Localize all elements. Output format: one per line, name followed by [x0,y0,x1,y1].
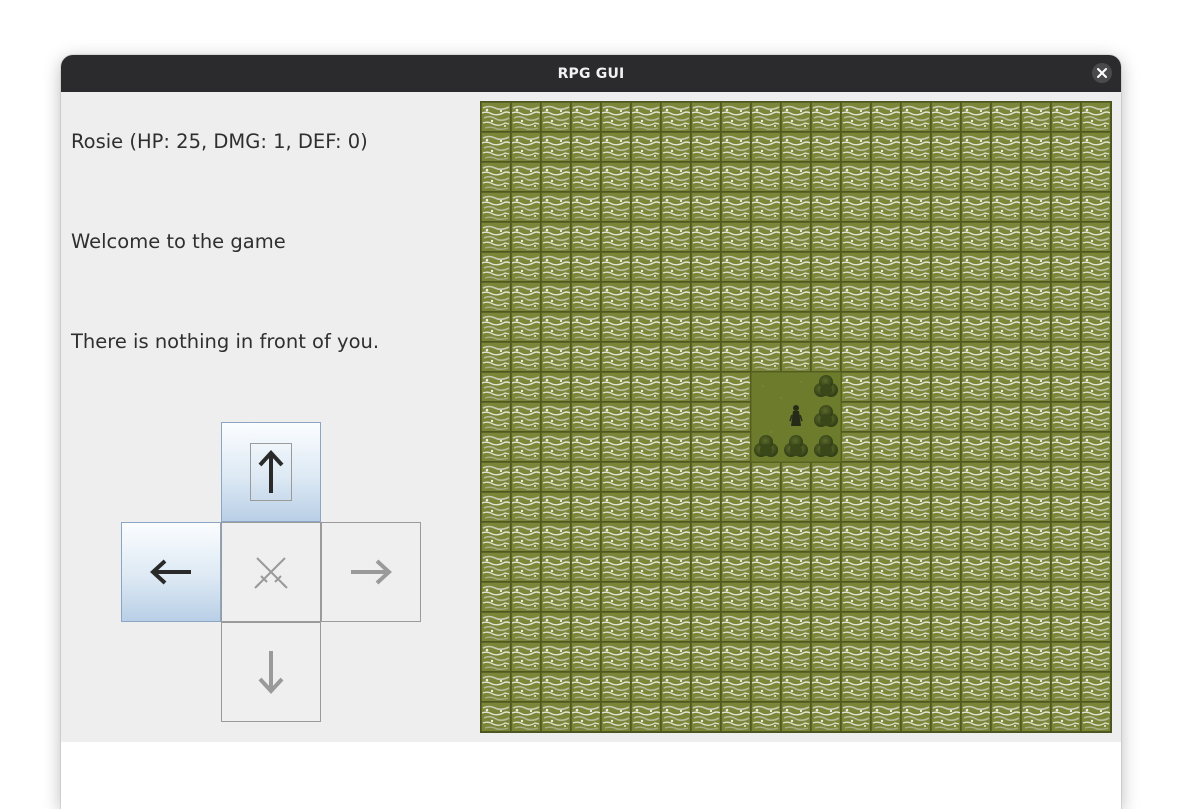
arrow-down-icon [258,651,284,694]
game-map[interactable] [480,101,1112,733]
attack-button[interactable] [221,522,321,622]
bottom-area [61,742,1121,809]
move-down-button[interactable] [221,622,321,722]
move-left-button[interactable] [121,522,221,622]
move-right-button[interactable] [321,522,421,622]
welcome-message: Welcome to the game [71,230,286,253]
app-window: RPG GUI Rosie (HP: 25, DMG: 1, DEF: 0) W… [61,55,1121,809]
title-bar: RPG GUI [61,55,1121,92]
player-stats-label: Rosie (HP: 25, DMG: 1, DEF: 0) [71,130,368,153]
focus-ring [250,443,292,501]
arrow-right-icon [351,559,392,585]
surroundings-message: There is nothing in front of you. [71,330,380,353]
crossed-swords-icon [254,557,288,589]
close-icon [1097,68,1107,78]
move-up-button[interactable] [221,422,321,522]
arrow-left-icon [150,559,191,585]
window-title: RPG GUI [557,65,625,82]
game-panel: Rosie (HP: 25, DMG: 1, DEF: 0) Welcome t… [61,92,1121,742]
close-button[interactable] [1092,63,1112,83]
